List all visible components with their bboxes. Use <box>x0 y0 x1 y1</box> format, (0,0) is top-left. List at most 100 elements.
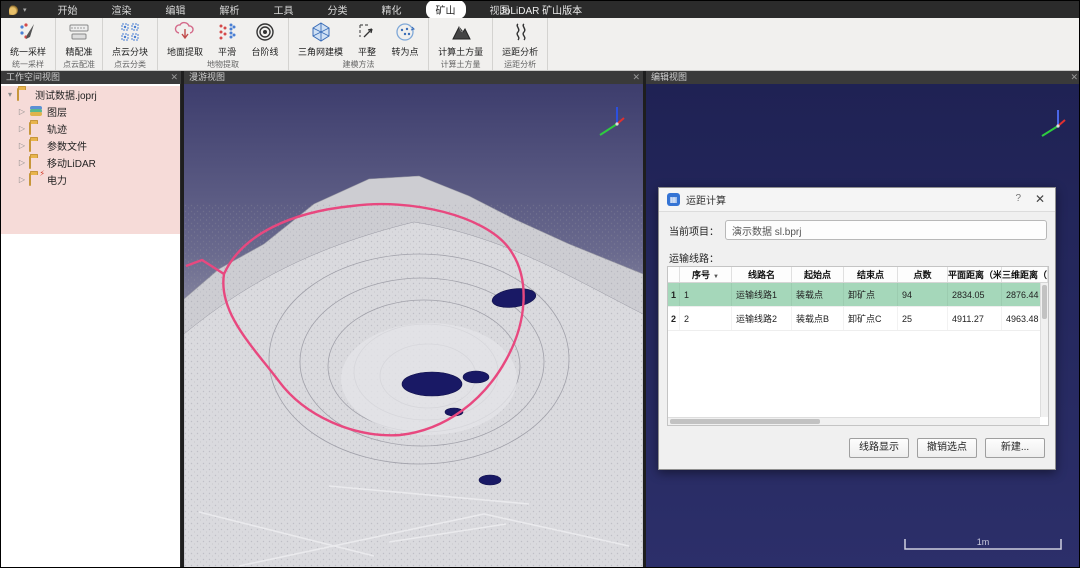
current-project-input[interactable] <box>725 220 1047 240</box>
roam-panel-title: 漫游视图 <box>189 72 225 82</box>
current-project-row: 当前项目： <box>669 220 1047 240</box>
fine-registration-button[interactable]: 精配准 <box>60 19 98 58</box>
expand-arrow-icon[interactable]: ▾ <box>5 90 15 99</box>
menu-tab-render[interactable]: 渲染 <box>102 0 142 19</box>
collapse-arrow-icon[interactable]: ▷ <box>17 107 27 116</box>
edit-3d-viewport[interactable]: 1m ▦ 运距计算 ? ✕ 当前项目： 运输线路： 序号▼ <box>646 84 1080 568</box>
menu-tab-refine[interactable]: 精化 <box>372 0 412 19</box>
scale-bar: 1m <box>903 537 1063 559</box>
col-header-3d-distance[interactable]: 三维距离（ <box>1002 267 1048 282</box>
dialog-app-icon: ▦ <box>667 193 680 206</box>
col-header-start-point[interactable]: 起始点 <box>792 267 844 282</box>
ground-extraction-icon <box>174 21 196 43</box>
ribbon-group-volume: 计算土方量 计算土方量 <box>429 18 493 70</box>
earthwork-volume-button[interactable]: 计算土方量 <box>433 19 488 58</box>
workspace-tree-panel: ▾ 测试数据.joprj ▷ 图层 ▷ 轨迹 ▷ 参数文件 ▷ 移动LiDAR … <box>1 84 181 568</box>
collapse-arrow-icon[interactable]: ▷ <box>17 158 27 167</box>
collapse-arrow-icon[interactable]: ▷ <box>17 175 27 184</box>
routes-table[interactable]: 序号▼ 线路名 起始点 结束点 点数 平面距离（米） 三维距离（ 1 1 运输线… <box>667 266 1049 426</box>
uniform-sampling-button[interactable]: 统一采样 <box>5 19 51 58</box>
roam-panel-close-icon[interactable]: ✕ <box>632 71 640 84</box>
table-row[interactable]: 2 2 运输线路2 装载点B 卸矿点C 25 4911.27 4963.48 <box>668 307 1048 331</box>
menu-tab-view[interactable]: 视图 <box>480 0 520 19</box>
project-folder-icon <box>17 89 31 100</box>
tree-item-mobile-lidar[interactable]: ▷ 移动LiDAR <box>1 154 180 171</box>
earthwork-volume-icon <box>450 21 472 43</box>
uniform-sampling-icon <box>17 21 39 43</box>
edit-panel-titlebar: 编辑视图 ✕ <box>646 71 1080 84</box>
col-header-end-point[interactable]: 结束点 <box>844 267 898 282</box>
ground-extraction-button[interactable]: 地面提取 <box>162 19 208 58</box>
menu-tabs: 开始 渲染 编辑 解析 工具 分类 精化 矿山 视图 <box>41 0 527 19</box>
flatten-icon <box>356 21 378 43</box>
smooth-icon <box>216 21 238 43</box>
flatten-button[interactable]: 平整 <box>348 19 386 58</box>
bench-line-button[interactable]: 台阶线 <box>246 19 284 58</box>
dialog-titlebar[interactable]: ▦ 运距计算 ? ✕ <box>659 188 1055 212</box>
workspace-panel-titlebar: 工作空间视图 ✕ <box>1 71 181 84</box>
haul-distance-button[interactable]: 运距分析 <box>497 19 543 58</box>
quick-access-caret-icon[interactable]: ▾ <box>23 6 27 14</box>
tree-item-layers[interactable]: ▷ 图层 <box>1 103 180 120</box>
parameters-folder-icon <box>29 140 43 151</box>
dialog-help-icon[interactable]: ? <box>1015 193 1021 204</box>
table-row[interactable]: 1 1 运输线路1 装载点 卸矿点 94 2834.05 2876.44 <box>668 283 1048 307</box>
col-header-planar-distance[interactable]: 平面距离（米） <box>948 267 1002 282</box>
col-header-index[interactable]: 序号▼ <box>680 267 732 282</box>
roam-panel-titlebar: 漫游视图 ✕ <box>184 71 643 84</box>
dialog-close-icon[interactable]: ✕ <box>1035 192 1045 206</box>
table-horizontal-scrollbar[interactable] <box>668 417 1040 425</box>
menu-tab-tools[interactable]: 工具 <box>264 0 304 19</box>
tin-modeling-button[interactable]: 三角网建模 <box>293 19 348 58</box>
tree-item-trajectory[interactable]: ▷ 轨迹 <box>1 120 180 137</box>
tree-item-parameter-files[interactable]: ▷ 参数文件 <box>1 137 180 154</box>
ribbon-group-label: 运距分析 <box>497 58 543 72</box>
tree-root-project[interactable]: ▾ 测试数据.joprj <box>1 86 180 103</box>
dialog-button-row: 线路显示 撤销选点 新建... <box>849 438 1045 458</box>
ribbon-group-label: 建模方法 <box>293 58 424 72</box>
point-cloud-blocks-icon <box>119 21 141 43</box>
new-route-button[interactable]: 新建... <box>985 438 1045 458</box>
bench-line-icon <box>254 21 276 43</box>
haul-distance-icon <box>509 21 531 43</box>
table-header-row: 序号▼ 线路名 起始点 结束点 点数 平面距离（米） 三维距离（ <box>668 267 1048 283</box>
menu-tab-classify[interactable]: 分类 <box>318 0 358 19</box>
convert-to-points-button[interactable]: 转为点 <box>386 19 424 58</box>
menu-tab-analyze[interactable]: 解析 <box>210 0 250 19</box>
collapse-arrow-icon[interactable]: ▷ <box>17 124 27 133</box>
col-header-route-name[interactable]: 线路名 <box>732 267 792 282</box>
tree-item-power[interactable]: ▷ ⚡ 电力 <box>1 171 180 188</box>
ribbon-group-label: 统一采样 <box>5 58 51 72</box>
app-logo-icon[interactable] <box>7 4 21 16</box>
undo-point-selection-button[interactable]: 撤销选点 <box>917 438 977 458</box>
ribbon-group-label: 计算土方量 <box>433 58 488 72</box>
point-cloud-blocks-button[interactable]: 点云分块 <box>107 19 153 58</box>
collapse-arrow-icon[interactable]: ▷ <box>17 141 27 150</box>
haul-distance-dialog: ▦ 运距计算 ? ✕ 当前项目： 运输线路： 序号▼ 线路名 起始点 结束点 点… <box>658 187 1056 470</box>
smooth-button[interactable]: 平滑 <box>208 19 246 58</box>
trajectory-folder-icon <box>29 123 43 134</box>
edit-panel-close-icon[interactable]: ✕ <box>1070 71 1078 84</box>
edit-panel-title: 编辑视图 <box>651 72 687 82</box>
power-folder-icon: ⚡ <box>29 174 43 185</box>
ribbon-group-registration: 精配准 点云配准 <box>56 18 103 70</box>
ribbon-group-blocks: 点云分块 点云分类 <box>103 18 158 70</box>
menu-tab-mine[interactable]: 矿山 <box>426 0 466 19</box>
ribbon-group-label: 点云分类 <box>107 58 153 72</box>
ribbon-group-modeling: 三角网建模 平整 转为点 <box>289 18 429 70</box>
dialog-title: 运距计算 <box>686 192 726 207</box>
roam-3d-viewport[interactable] <box>184 84 643 568</box>
row-number-header <box>668 267 680 282</box>
convert-to-points-icon <box>394 21 416 43</box>
workspace-panel-close-icon[interactable]: ✕ <box>170 71 178 84</box>
table-vertical-scrollbar[interactable] <box>1040 283 1048 417</box>
scale-bar-line <box>903 537 1063 551</box>
mobile-lidar-folder-icon <box>29 157 43 168</box>
ribbon-group-label: 地物提取 <box>162 58 284 72</box>
ribbon-group-haul: 运距分析 运距分析 <box>493 18 548 70</box>
menu-tab-start[interactable]: 开始 <box>48 0 88 19</box>
show-route-button[interactable]: 线路显示 <box>849 438 909 458</box>
menu-tab-edit[interactable]: 编辑 <box>156 0 196 19</box>
col-header-point-count[interactable]: 点数 <box>898 267 948 282</box>
ribbon-empty-area <box>548 18 1080 70</box>
